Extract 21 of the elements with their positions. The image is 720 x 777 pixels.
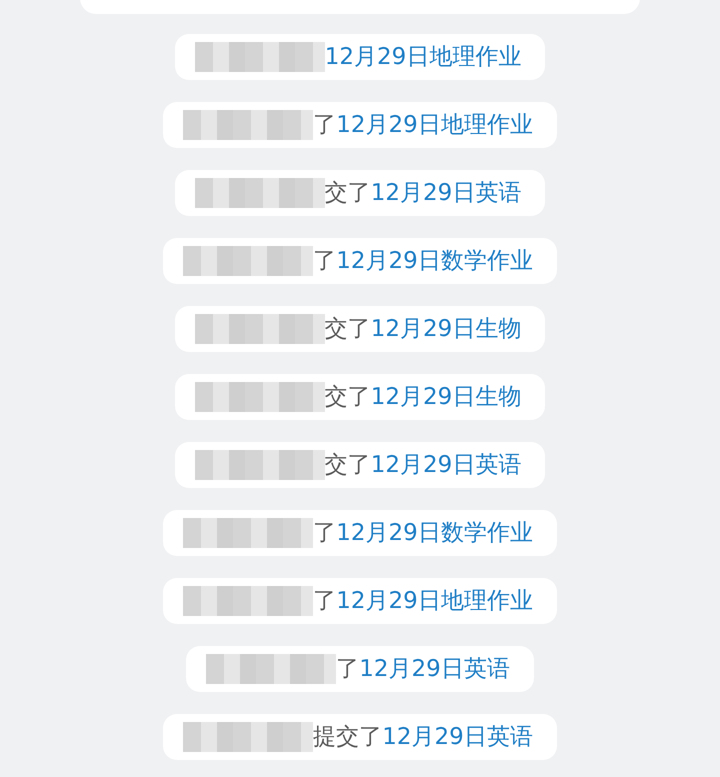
notice-text: 了: [313, 110, 336, 140]
assignment-link[interactable]: 12月29日地理作业: [336, 108, 533, 142]
assignment-link[interactable]: 12月29日数学作业: [336, 244, 533, 278]
assignment-link[interactable]: 12月29日英语: [370, 448, 522, 482]
assignment-link[interactable]: 12月29日英语: [382, 720, 533, 754]
notice-text: 交了: [324, 178, 371, 208]
assignment-link[interactable]: 12月29日生物: [370, 312, 522, 346]
assignment-link[interactable]: 12月29日地理作业: [336, 584, 533, 618]
notice-text: 了: [313, 586, 336, 616]
notice-text: 了: [313, 518, 336, 548]
assignment-link[interactable]: 12月29日地理作业: [324, 40, 522, 74]
notice-text: 提交了: [313, 722, 382, 752]
assignment-link[interactable]: 12月29日生物: [370, 380, 522, 414]
notice-text: 交了: [324, 382, 371, 412]
assignment-link[interactable]: 12月29日英语: [370, 176, 522, 210]
assignment-link[interactable]: 12月29日数学作业: [336, 516, 533, 550]
notice-text: 交了: [324, 314, 371, 344]
notice-text: 交了: [324, 450, 371, 480]
assignment-link[interactable]: 12月29日英语: [359, 652, 510, 686]
notice-text: 了: [313, 246, 336, 276]
notice-text: 了: [336, 654, 360, 684]
